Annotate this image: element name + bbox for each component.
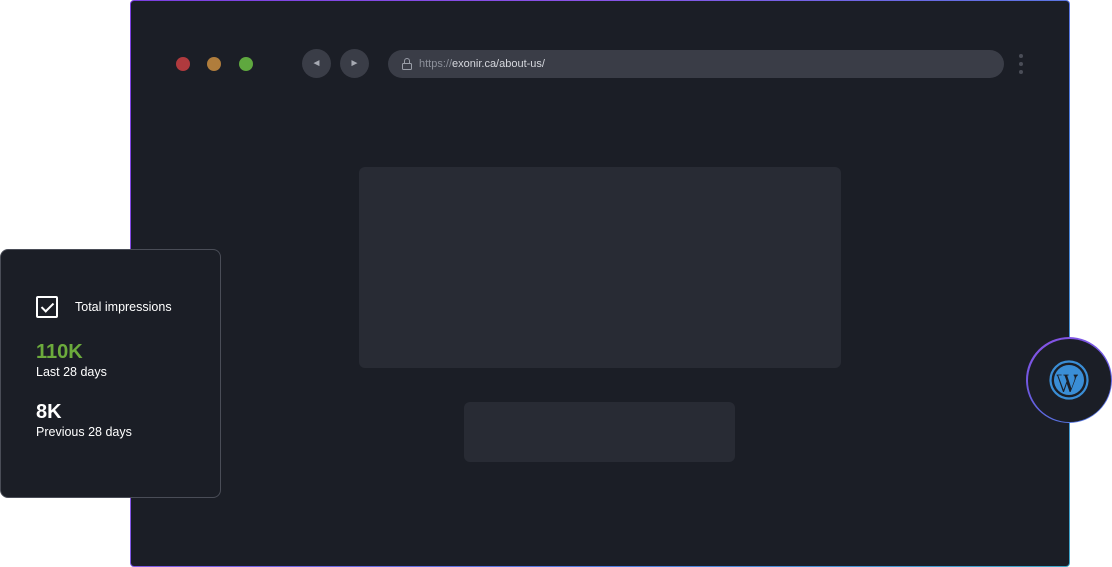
back-button[interactable]: ◄ — [302, 49, 331, 78]
minimize-window-button[interactable] — [207, 57, 221, 71]
content-placeholder-small — [464, 402, 735, 462]
current-period-stat: 110K Last 28 days — [36, 340, 220, 380]
browser-window: ◄ ► https://exonir.ca/about-us/ — [130, 0, 1070, 567]
impressions-card: Total impressions 110K Last 28 days 8K P… — [0, 249, 221, 498]
forward-button[interactable]: ► — [340, 49, 369, 78]
current-value: 110K — [36, 341, 83, 363]
wordpress-badge — [1026, 337, 1112, 423]
maximize-window-button[interactable] — [239, 57, 253, 71]
more-options-icon[interactable] — [1019, 54, 1023, 74]
back-arrow-icon: ◄ — [311, 58, 322, 69]
forward-arrow-icon: ► — [349, 58, 360, 69]
metric-header: Total impressions — [36, 296, 220, 318]
lock-icon — [402, 58, 412, 70]
previous-value: 8K — [36, 401, 62, 423]
browser-body: ◄ ► https://exonir.ca/about-us/ — [131, 1, 1069, 566]
address-bar[interactable]: https://exonir.ca/about-us/ — [388, 50, 1004, 78]
previous-period-stat: 8K Previous 28 days — [36, 400, 220, 440]
current-caption: Last 28 days — [36, 365, 107, 379]
close-window-button[interactable] — [176, 57, 190, 71]
checkbox-checked-icon[interactable] — [36, 296, 58, 318]
wordpress-icon — [1049, 360, 1089, 400]
url-protocol: https:// — [419, 58, 453, 70]
previous-caption: Previous 28 days — [36, 425, 132, 439]
metric-label: Total impressions — [75, 300, 172, 314]
url-host-path: exonir.ca/about-us/ — [452, 58, 545, 70]
stage: ◄ ► https://exonir.ca/about-us/ Total im… — [0, 0, 1112, 567]
content-placeholder-large — [359, 167, 841, 368]
